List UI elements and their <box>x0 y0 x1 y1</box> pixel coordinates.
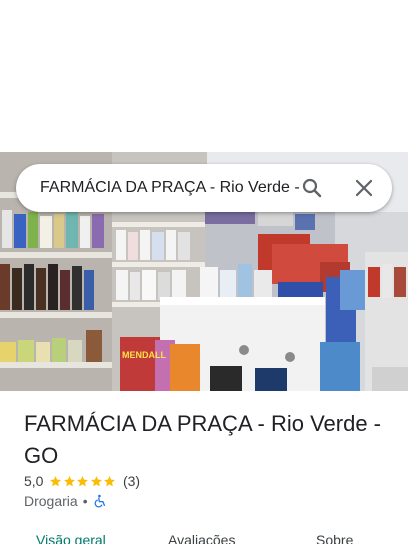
blank-top-area <box>0 0 408 152</box>
search-bar[interactable]: FARMÁCIA DA PRAÇA - Rio Verde - G <box>16 164 392 212</box>
tab-about[interactable]: Sobre <box>316 532 353 544</box>
star-icon <box>91 475 102 486</box>
place-title: FARMÁCIA DA PRAÇA - Rio Verde - GO <box>24 411 382 468</box>
close-icon[interactable] <box>352 176 376 200</box>
star-rating <box>49 475 117 488</box>
category-label: Drogaria <box>24 493 78 509</box>
star-icon <box>104 475 116 486</box>
tab-overview[interactable]: Visão geral <box>36 532 106 544</box>
search-icon[interactable] <box>300 176 324 200</box>
separator-dot: • <box>82 493 88 509</box>
star-icon <box>64 475 75 486</box>
category-row: Drogaria • <box>24 492 107 510</box>
search-input[interactable]: FARMÁCIA DA PRAÇA - Rio Verde - G <box>40 164 304 212</box>
star-icon <box>50 475 62 486</box>
rating-row[interactable]: 5,0 (3) <box>24 472 140 490</box>
rating-value: 5,0 <box>24 473 44 489</box>
review-count[interactable]: (3) <box>123 473 140 489</box>
display-sign-text: MENDALL <box>122 350 166 360</box>
tab-bar: Visão geral Avaliações Sobre <box>0 526 408 544</box>
star-icon <box>77 475 89 486</box>
tab-reviews[interactable]: Avaliações <box>168 532 235 544</box>
wheelchair-icon <box>94 494 105 508</box>
